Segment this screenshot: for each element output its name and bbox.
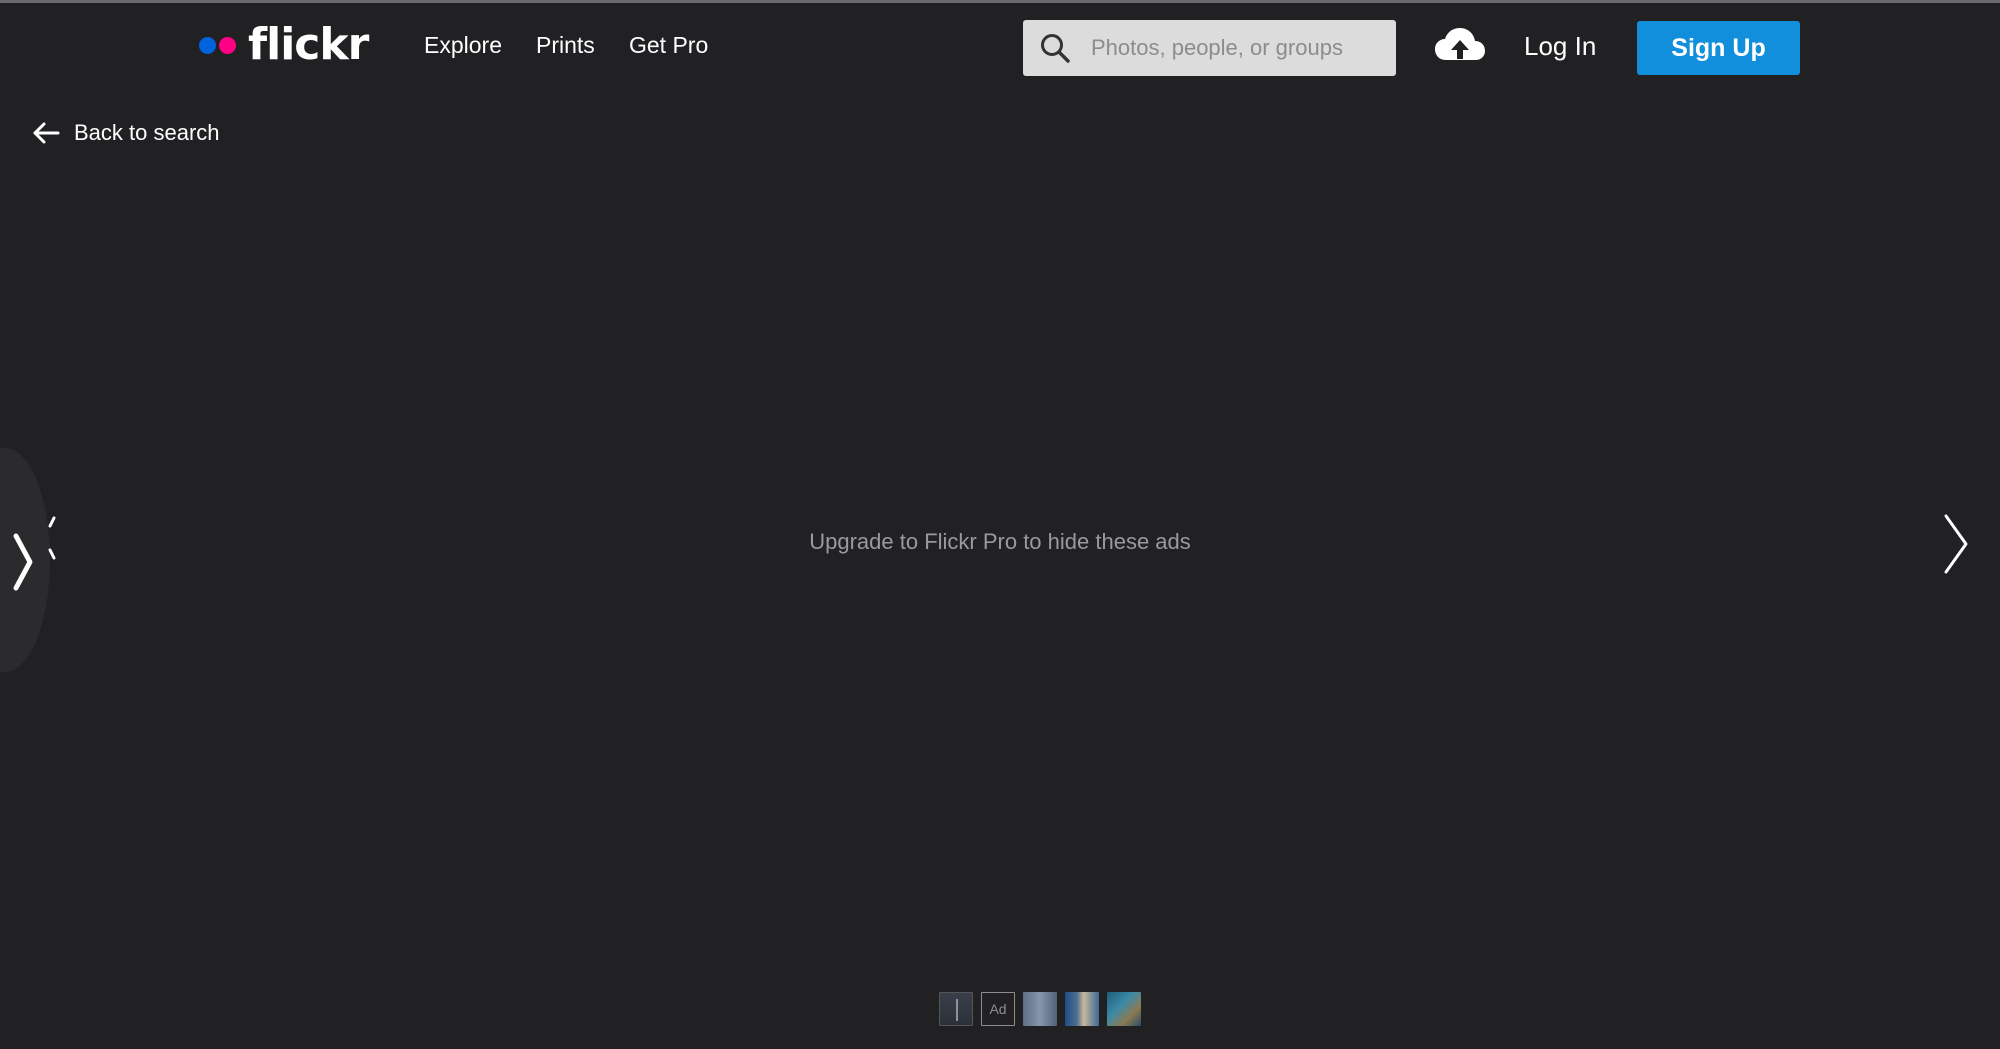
previous-photo-chevron-icon[interactable] [10,512,60,602]
nav-prints-link[interactable]: Prints [536,32,595,59]
logo-blue-dot [199,36,216,54]
arrow-left-icon [33,122,60,144]
filmstrip-thumbnail[interactable] [1065,992,1099,1026]
back-to-search-link[interactable]: Back to search [32,116,220,150]
signup-button[interactable]: Sign Up [1637,21,1800,75]
photo-filmstrip: Ad [939,992,1141,1028]
logo-wordmark: flickr [248,19,369,70]
next-photo-chevron-icon[interactable] [1940,512,1970,576]
filmstrip-thumbnail[interactable] [1023,992,1057,1026]
cloud-upload-icon[interactable] [1433,26,1487,66]
flickr-logo[interactable]: flickr [199,19,369,71]
filmstrip-ad-thumbnail[interactable]: Ad [981,992,1015,1026]
filmstrip-thumbnail[interactable] [1107,992,1141,1026]
search-icon[interactable] [1039,32,1071,64]
ad-upgrade-message: Upgrade to Flickr Pro to hide these ads [809,529,1191,554]
nav-explore-link[interactable]: Explore [424,32,502,59]
nav-get-pro-link[interactable]: Get Pro [629,32,708,59]
logo-pink-dot [219,36,236,54]
login-link[interactable]: Log In [1524,31,1596,62]
filmstrip-thumbnail[interactable] [939,992,973,1026]
back-to-search-label: Back to search [74,120,220,145]
search-input[interactable] [1089,20,1385,76]
search-bar [1023,20,1396,76]
top-navbar: flickr Explore Prints Get Pro Log In Sig… [0,3,2000,86]
